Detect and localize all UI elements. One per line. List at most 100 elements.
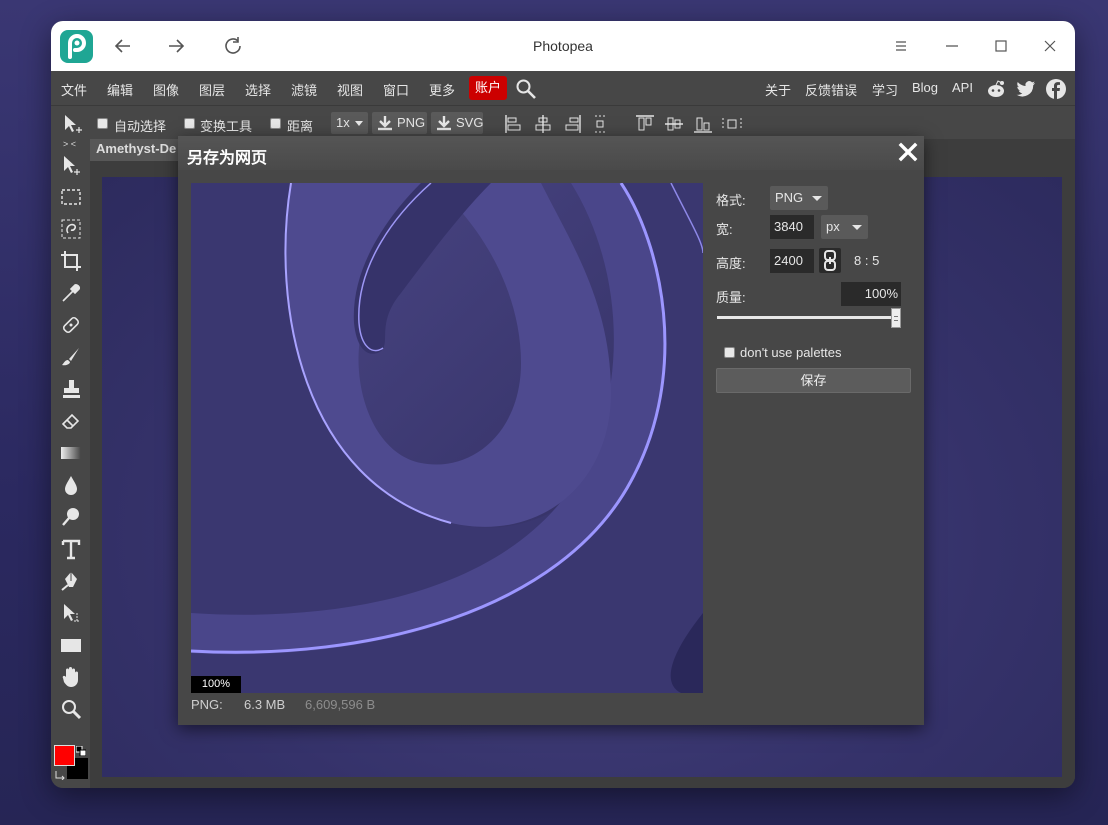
info-format: PNG:: [191, 697, 223, 712]
twitter-icon[interactable]: [1015, 78, 1037, 100]
format-value: PNG: [775, 190, 804, 205]
eraser-tool-icon[interactable]: [59, 409, 83, 433]
lasso-tool-icon[interactable]: [59, 217, 83, 241]
hand-tool-icon[interactable]: [59, 665, 83, 689]
dialog-title: 另存为网页: [187, 150, 268, 167]
pen-tool-icon[interactable]: [59, 569, 83, 593]
dont-use-palettes-label: don't use palettes: [740, 345, 842, 360]
unit-select[interactable]: px: [821, 215, 868, 239]
align-top-icon[interactable]: [635, 114, 655, 137]
distribute-vertical-icon[interactable]: [593, 114, 607, 137]
align-bottom-icon[interactable]: [693, 114, 713, 137]
menu-account[interactable]: 账户: [469, 76, 507, 100]
foreground-color-swatch[interactable]: [54, 745, 75, 766]
menu-blog[interactable]: Blog: [912, 80, 938, 95]
height-label: 高度:: [716, 256, 746, 271]
menu-learn[interactable]: 学习: [872, 80, 898, 99]
quality-input[interactable]: 100%: [841, 282, 901, 306]
facebook-icon[interactable]: [1045, 78, 1067, 100]
quality-label: 质量:: [716, 290, 746, 305]
menu-file[interactable]: 文件: [61, 80, 87, 99]
menu-window[interactable]: 窗口: [383, 80, 409, 99]
export-svg-label: SVG: [456, 115, 484, 130]
distance-checkbox[interactable]: [270, 118, 281, 129]
link-aspect-button[interactable]: [819, 248, 841, 273]
hamburger-menu-icon[interactable]: [889, 34, 913, 58]
path-select-tool-icon[interactable]: [59, 601, 83, 625]
quality-slider-track[interactable]: [717, 316, 895, 319]
marquee-tool-icon[interactable]: [59, 185, 83, 209]
transform-tools-checkbox[interactable]: [184, 118, 195, 129]
info-file-size: 6.3 MB: [244, 697, 286, 712]
stamp-tool-icon[interactable]: [59, 377, 83, 401]
align-center-icon[interactable]: [534, 114, 552, 137]
info-bytes: 6,609,596 B: [305, 697, 376, 712]
type-tool-icon[interactable]: [59, 537, 83, 561]
menu-edit[interactable]: 编辑: [107, 80, 133, 99]
aspect-ratio: 8 : 5: [854, 253, 880, 268]
save-for-web-dialog: 另存为网页 100% PNG: 6.3 MB 6,609,596 B 格式: P…: [178, 136, 924, 725]
menu-filter[interactable]: 滤镜: [291, 80, 317, 99]
format-select[interactable]: PNG: [770, 186, 828, 210]
move-tool-icon[interactable]: [59, 153, 83, 177]
align-middle-icon[interactable]: [664, 114, 684, 137]
document-tab[interactable]: Amethyst-De: [90, 139, 190, 161]
close-window-icon[interactable]: [1038, 34, 1062, 58]
menu-more[interactable]: 更多: [429, 80, 455, 99]
align-left-icon[interactable]: [504, 114, 522, 137]
rectangle-tool-icon[interactable]: [59, 633, 83, 657]
dont-use-palettes-checkbox[interactable]: [724, 347, 735, 358]
minimize-icon[interactable]: [940, 34, 964, 58]
save-button[interactable]: 保存: [716, 368, 911, 393]
chevron-down-icon: [355, 121, 363, 126]
reset-colors-icon[interactable]: [55, 768, 65, 781]
close-icon[interactable]: [896, 140, 920, 164]
export-svg-button[interactable]: SVG: [431, 112, 483, 134]
format-label: 格式:: [716, 193, 746, 208]
eyedropper-tool-icon[interactable]: [59, 281, 83, 305]
width-input[interactable]: 3840: [770, 215, 814, 239]
menu-view[interactable]: 视图: [337, 80, 363, 99]
auto-select-checkbox[interactable]: [97, 118, 108, 129]
search-icon[interactable]: [515, 78, 537, 100]
distribute-horizontal-icon[interactable]: [721, 114, 743, 137]
options-bar: 自动选择 变换工具 距离 1x PNG SVG: [51, 105, 1075, 139]
menu-api[interactable]: API: [952, 80, 973, 95]
maximize-icon[interactable]: [989, 34, 1013, 58]
collapse-toggle[interactable]: > <: [63, 139, 76, 149]
menu-select[interactable]: 选择: [245, 80, 271, 99]
chevron-down-icon: [812, 196, 822, 201]
gradient-tool-icon[interactable]: [59, 441, 83, 465]
swap-colors-icon[interactable]: [75, 744, 87, 757]
menu-report-bug[interactable]: 反馈错误: [805, 80, 857, 99]
chevron-down-icon: [852, 225, 862, 230]
healing-brush-tool-icon[interactable]: [59, 313, 83, 337]
blur-tool-icon[interactable]: [59, 473, 83, 497]
move-tool-option-icon: [61, 112, 85, 136]
chain-link-icon: [824, 250, 836, 271]
menu-layer[interactable]: 图层: [199, 80, 225, 99]
title-bar: Photopea: [51, 21, 1075, 71]
brush-tool-icon[interactable]: [59, 345, 83, 369]
crop-tool-icon[interactable]: [59, 249, 83, 273]
export-png-label: PNG: [397, 115, 426, 130]
menu-image[interactable]: 图像: [153, 80, 179, 99]
transform-tools-label: 变换工具: [200, 119, 253, 134]
export-png-button[interactable]: PNG: [372, 112, 427, 134]
height-input[interactable]: 2400: [770, 249, 814, 273]
dodge-tool-icon[interactable]: [59, 505, 83, 529]
reddit-icon[interactable]: [985, 78, 1007, 100]
menu-bar: 文件 编辑 图像 图层 选择 滤镜 视图 窗口 更多 账户 关于 反馈错误 学习…: [51, 71, 1075, 105]
menu-about[interactable]: 关于: [765, 80, 791, 99]
image-preview[interactable]: 100%: [191, 183, 703, 693]
scale-dropdown[interactable]: 1x: [331, 112, 368, 134]
align-right-icon[interactable]: [564, 114, 582, 137]
unit-value: px: [826, 219, 840, 234]
tools-panel: > <: [51, 139, 90, 788]
scale-value: 1x: [336, 115, 350, 130]
distance-label: 距离: [287, 119, 314, 134]
zoom-tool-icon[interactable]: [59, 697, 83, 721]
window-title: Photopea: [533, 38, 593, 54]
zoom-badge: 100%: [191, 676, 241, 693]
quality-slider-thumb[interactable]: [891, 308, 901, 328]
